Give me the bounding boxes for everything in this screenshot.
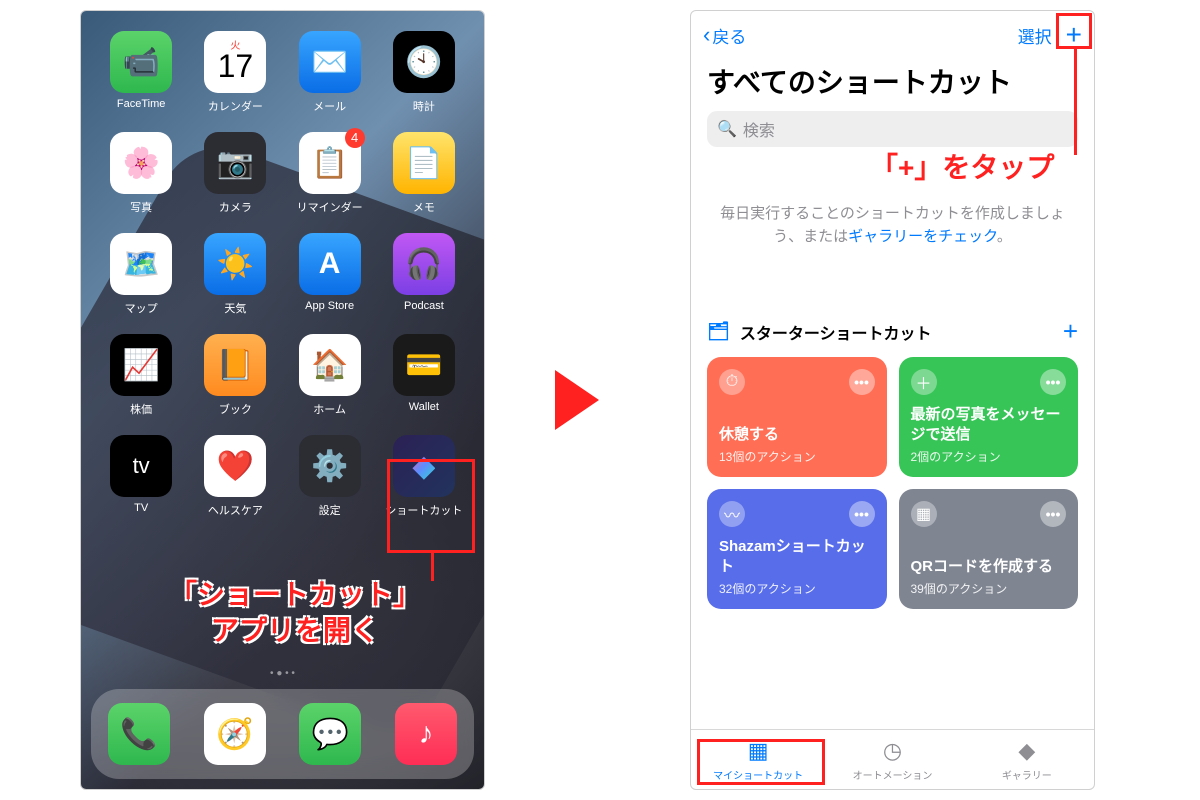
callout-open-shortcuts: 「ショートカット」 アプリを開く <box>169 577 421 650</box>
card-title: Shazamショートカット <box>719 537 875 576</box>
gallery-link[interactable]: ギャラリーをチェック <box>848 228 997 245</box>
section-title: スターターショートカット <box>740 320 932 344</box>
app-label: メモ <box>380 199 468 215</box>
select-button[interactable]: 選択 <box>1018 23 1052 48</box>
app-label: 株価 <box>97 401 185 417</box>
page-title: すべてのショートカット <box>691 59 1094 111</box>
app-ヘルスケア[interactable]: ❤️ヘルスケア <box>191 435 279 518</box>
app-label: App Store <box>286 300 374 312</box>
section-header: 🗂 スターターショートカット + <box>707 316 1078 347</box>
app-label: 写真 <box>97 199 185 215</box>
tab-オートメーション[interactable]: ◷ オートメーション <box>825 730 959 789</box>
app-label: カメラ <box>191 199 279 215</box>
app-写真[interactable]: 🌸写真 <box>97 132 185 215</box>
search-input[interactable]: 🔍 検索 <box>707 111 1078 147</box>
shortcut-card[interactable]: 〰 ••• Shazamショートカット 32個のアクション <box>707 489 887 609</box>
card-subtitle: 39個のアクション <box>911 580 1067 597</box>
app-label: 時計 <box>380 98 468 114</box>
card-icon: ▦ <box>911 501 937 527</box>
app-label: ブック <box>191 401 279 417</box>
app-カメラ[interactable]: 📷カメラ <box>191 132 279 215</box>
card-title: QRコードを作成する <box>911 557 1067 577</box>
app-label: リマインダー <box>286 199 374 215</box>
card-title: 最新の写真をメッセージで送信 <box>911 405 1067 444</box>
tab-ギャラリー[interactable]: ◆ ギャラリー <box>960 730 1094 789</box>
tab-label: オートメーション <box>853 767 933 782</box>
card-icon: ＋ <box>911 369 937 395</box>
app-App Store[interactable]: AApp Store <box>286 233 374 316</box>
app-label: ヘルスケア <box>191 502 279 518</box>
callout-line-plus <box>1074 49 1077 155</box>
app-メール[interactable]: ✉️メール <box>286 31 374 114</box>
iphone-home-screen: 📹FaceTime火17カレンダー✉️メール🕙時計 🌸写真📷カメラ📋4リマインダー… <box>80 10 485 790</box>
card-more-button[interactable]: ••• <box>849 369 875 395</box>
card-more-button[interactable]: ••• <box>849 501 875 527</box>
app-FaceTime[interactable]: 📹FaceTime <box>97 31 185 114</box>
app-label: メール <box>286 98 374 114</box>
dock-phone[interactable]: 📞 <box>108 703 170 765</box>
dock-safari[interactable]: 🧭 <box>204 703 266 765</box>
shortcut-card-grid: ⏱ ••• 休憩する 13個のアクション ＋ ••• 最新の写真をメッセージで送信 2個のアク… <box>707 357 1078 609</box>
app-label: 天気 <box>191 300 279 316</box>
app-メモ[interactable]: 📄メモ <box>380 132 468 215</box>
app-ブック[interactable]: 📙ブック <box>191 334 279 417</box>
shortcuts-app-screen: ‹ 戻る 選択 + すべてのショートカット 🔍 検索 毎日実行することのショート… <box>690 10 1095 790</box>
tab-icon: ◷ <box>883 738 902 764</box>
app-label: Wallet <box>380 401 468 413</box>
app-icon-grid: 📹FaceTime火17カレンダー✉️メール🕙時計 🌸写真📷カメラ📋4リマインダー… <box>81 11 484 518</box>
shortcut-card[interactable]: ▦ ••• QRコードを作成する 39個のアクション <box>899 489 1079 609</box>
app-リマインダー[interactable]: 📋4リマインダー <box>286 132 374 215</box>
card-more-button[interactable]: ••• <box>1040 369 1066 395</box>
app-label: ホーム <box>286 401 374 417</box>
app-label: マップ <box>97 300 185 316</box>
card-subtitle: 13個のアクション <box>719 448 875 465</box>
app-Podcast[interactable]: 🎧Podcast <box>380 233 468 316</box>
app-ホーム[interactable]: 🏠ホーム <box>286 334 374 417</box>
card-subtitle: 2個のアクション <box>911 448 1067 465</box>
app-label: カレンダー <box>191 98 279 114</box>
app-時計[interactable]: 🕙時計 <box>380 31 468 114</box>
app-マップ[interactable]: 🗺️マップ <box>97 233 185 316</box>
app-label: Podcast <box>380 300 468 312</box>
app-label: TV <box>97 502 185 514</box>
dock-music[interactable]: ♪ <box>395 703 457 765</box>
step-arrow-icon <box>555 370 599 430</box>
app-label: FaceTime <box>97 98 185 110</box>
chevron-left-icon: ‹ <box>703 24 710 46</box>
back-button[interactable]: ‹ 戻る <box>703 23 746 48</box>
back-label: 戻る <box>712 23 746 48</box>
app-天気[interactable]: ☀️天気 <box>191 233 279 316</box>
search-icon: 🔍 <box>717 119 737 139</box>
app-Wallet[interactable]: 💳Wallet <box>380 334 468 417</box>
highlight-shortcuts-app <box>387 459 475 553</box>
app-カレンダー[interactable]: 火17カレンダー <box>191 31 279 114</box>
card-more-button[interactable]: ••• <box>1040 501 1066 527</box>
callout-line <box>431 553 434 581</box>
page-dots[interactable]: • ● • • <box>81 668 484 679</box>
tab-label: ギャラリー <box>1002 767 1052 782</box>
dock: 📞 🧭 💬 ♪ <box>91 689 474 779</box>
callout-tap-plus: 「+」をタップ <box>870 150 1054 186</box>
card-icon: 〰 <box>719 501 745 527</box>
folder-icon: 🗂 <box>707 321 730 342</box>
card-title: 休憩する <box>719 425 875 445</box>
search-placeholder: 検索 <box>743 117 775 141</box>
card-subtitle: 32個のアクション <box>719 580 875 597</box>
shortcut-card[interactable]: ＋ ••• 最新の写真をメッセージで送信 2個のアクション <box>899 357 1079 477</box>
empty-hint: 毎日実行することのショートカットを作成しましょう、またはギャラリーをチェック。 <box>715 203 1070 248</box>
app-label: 設定 <box>286 502 374 518</box>
section-add-button[interactable]: + <box>1063 316 1078 347</box>
highlight-plus-button <box>1056 13 1092 49</box>
highlight-my-shortcuts-tab <box>697 739 825 785</box>
tab-icon: ◆ <box>1018 738 1035 764</box>
shortcut-card[interactable]: ⏱ ••• 休憩する 13個のアクション <box>707 357 887 477</box>
app-株価[interactable]: 📈株価 <box>97 334 185 417</box>
app-設定[interactable]: ⚙️設定 <box>286 435 374 518</box>
dock-messages[interactable]: 💬 <box>299 703 361 765</box>
app-TV[interactable]: tvTV <box>97 435 185 518</box>
nav-bar: ‹ 戻る 選択 + <box>691 11 1094 59</box>
card-icon: ⏱ <box>719 369 745 395</box>
